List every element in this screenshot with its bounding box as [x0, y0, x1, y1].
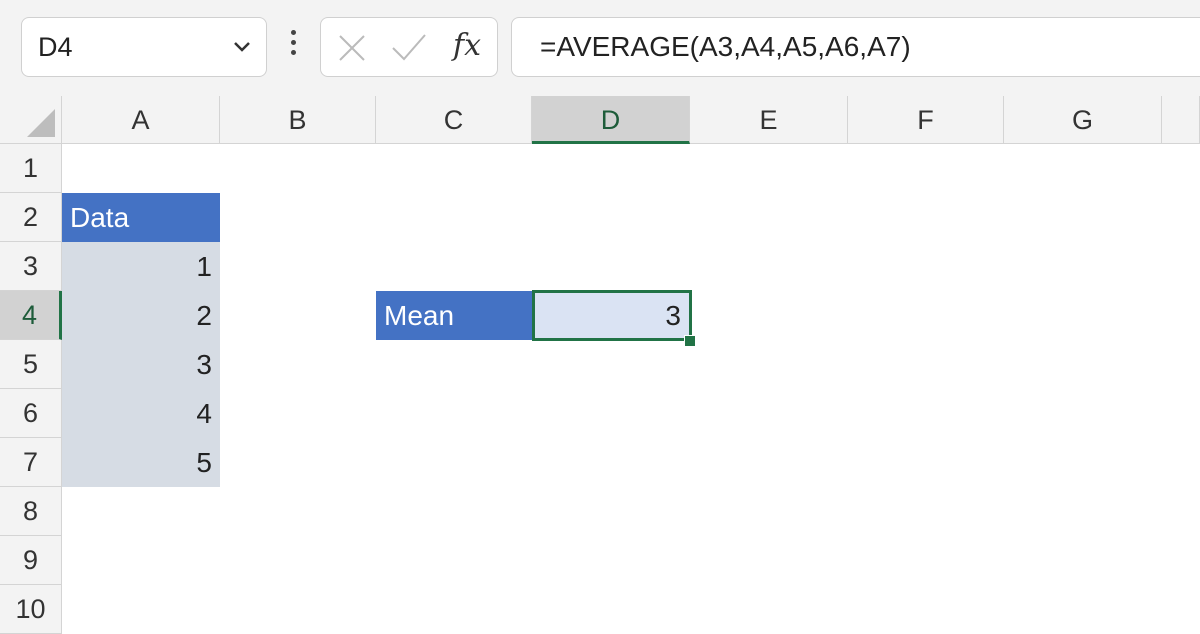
column-header-e[interactable]: E	[690, 96, 848, 144]
cell-a7[interactable]: 5	[62, 438, 220, 487]
spreadsheet-grid: A B C D E F G 1 2 3 4 5 6 7 8 9 10 Data …	[0, 96, 1200, 634]
name-box[interactable]: D4	[21, 17, 267, 77]
row-header-3[interactable]: 3	[0, 242, 62, 291]
cell-a6[interactable]: 4	[62, 389, 220, 438]
row-header-6[interactable]: 6	[0, 389, 62, 438]
row-header-1[interactable]: 1	[0, 144, 62, 193]
cell-a3[interactable]: 1	[62, 242, 220, 291]
row-header-8[interactable]: 8	[0, 487, 62, 536]
column-header-a[interactable]: A	[62, 96, 220, 144]
cell-a5[interactable]: 3	[62, 340, 220, 389]
name-box-value: D4	[38, 32, 73, 62]
cell-a2[interactable]: Data	[62, 193, 220, 242]
column-header-b[interactable]: B	[220, 96, 376, 144]
formula-bar: D4 fx =AVERAGE(A3,A4,A5,A6,A7)	[0, 0, 1200, 96]
column-header-next[interactable]	[1162, 96, 1200, 144]
row-header-10[interactable]: 10	[0, 585, 62, 634]
chevron-down-icon[interactable]	[232, 40, 252, 59]
select-all-corner[interactable]	[0, 96, 62, 144]
row-header-2[interactable]: 2	[0, 193, 62, 242]
row-header-7[interactable]: 7	[0, 438, 62, 487]
column-header-d[interactable]: D	[532, 96, 690, 144]
formula-controls: fx	[320, 17, 498, 77]
column-header-f[interactable]: F	[848, 96, 1004, 144]
row-header-4[interactable]: 4	[0, 291, 62, 340]
insert-function-icon[interactable]: fx	[453, 28, 481, 63]
column-header-g[interactable]: G	[1004, 96, 1162, 144]
formula-text: =AVERAGE(A3,A4,A5,A6,A7)	[540, 31, 911, 62]
cell-c4[interactable]: Mean	[376, 291, 532, 340]
more-options-icon[interactable]	[284, 30, 302, 64]
cancel-icon[interactable]	[337, 33, 367, 68]
row-header-9[interactable]: 9	[0, 536, 62, 585]
enter-check-icon[interactable]	[391, 32, 427, 69]
active-cell-d4[interactable]: 3	[532, 290, 692, 341]
cell-a4[interactable]: 2	[62, 291, 220, 340]
formula-input[interactable]: =AVERAGE(A3,A4,A5,A6,A7)	[511, 17, 1200, 77]
fill-handle[interactable]	[684, 335, 696, 347]
column-header-c[interactable]: C	[376, 96, 532, 144]
row-header-5[interactable]: 5	[0, 340, 62, 389]
